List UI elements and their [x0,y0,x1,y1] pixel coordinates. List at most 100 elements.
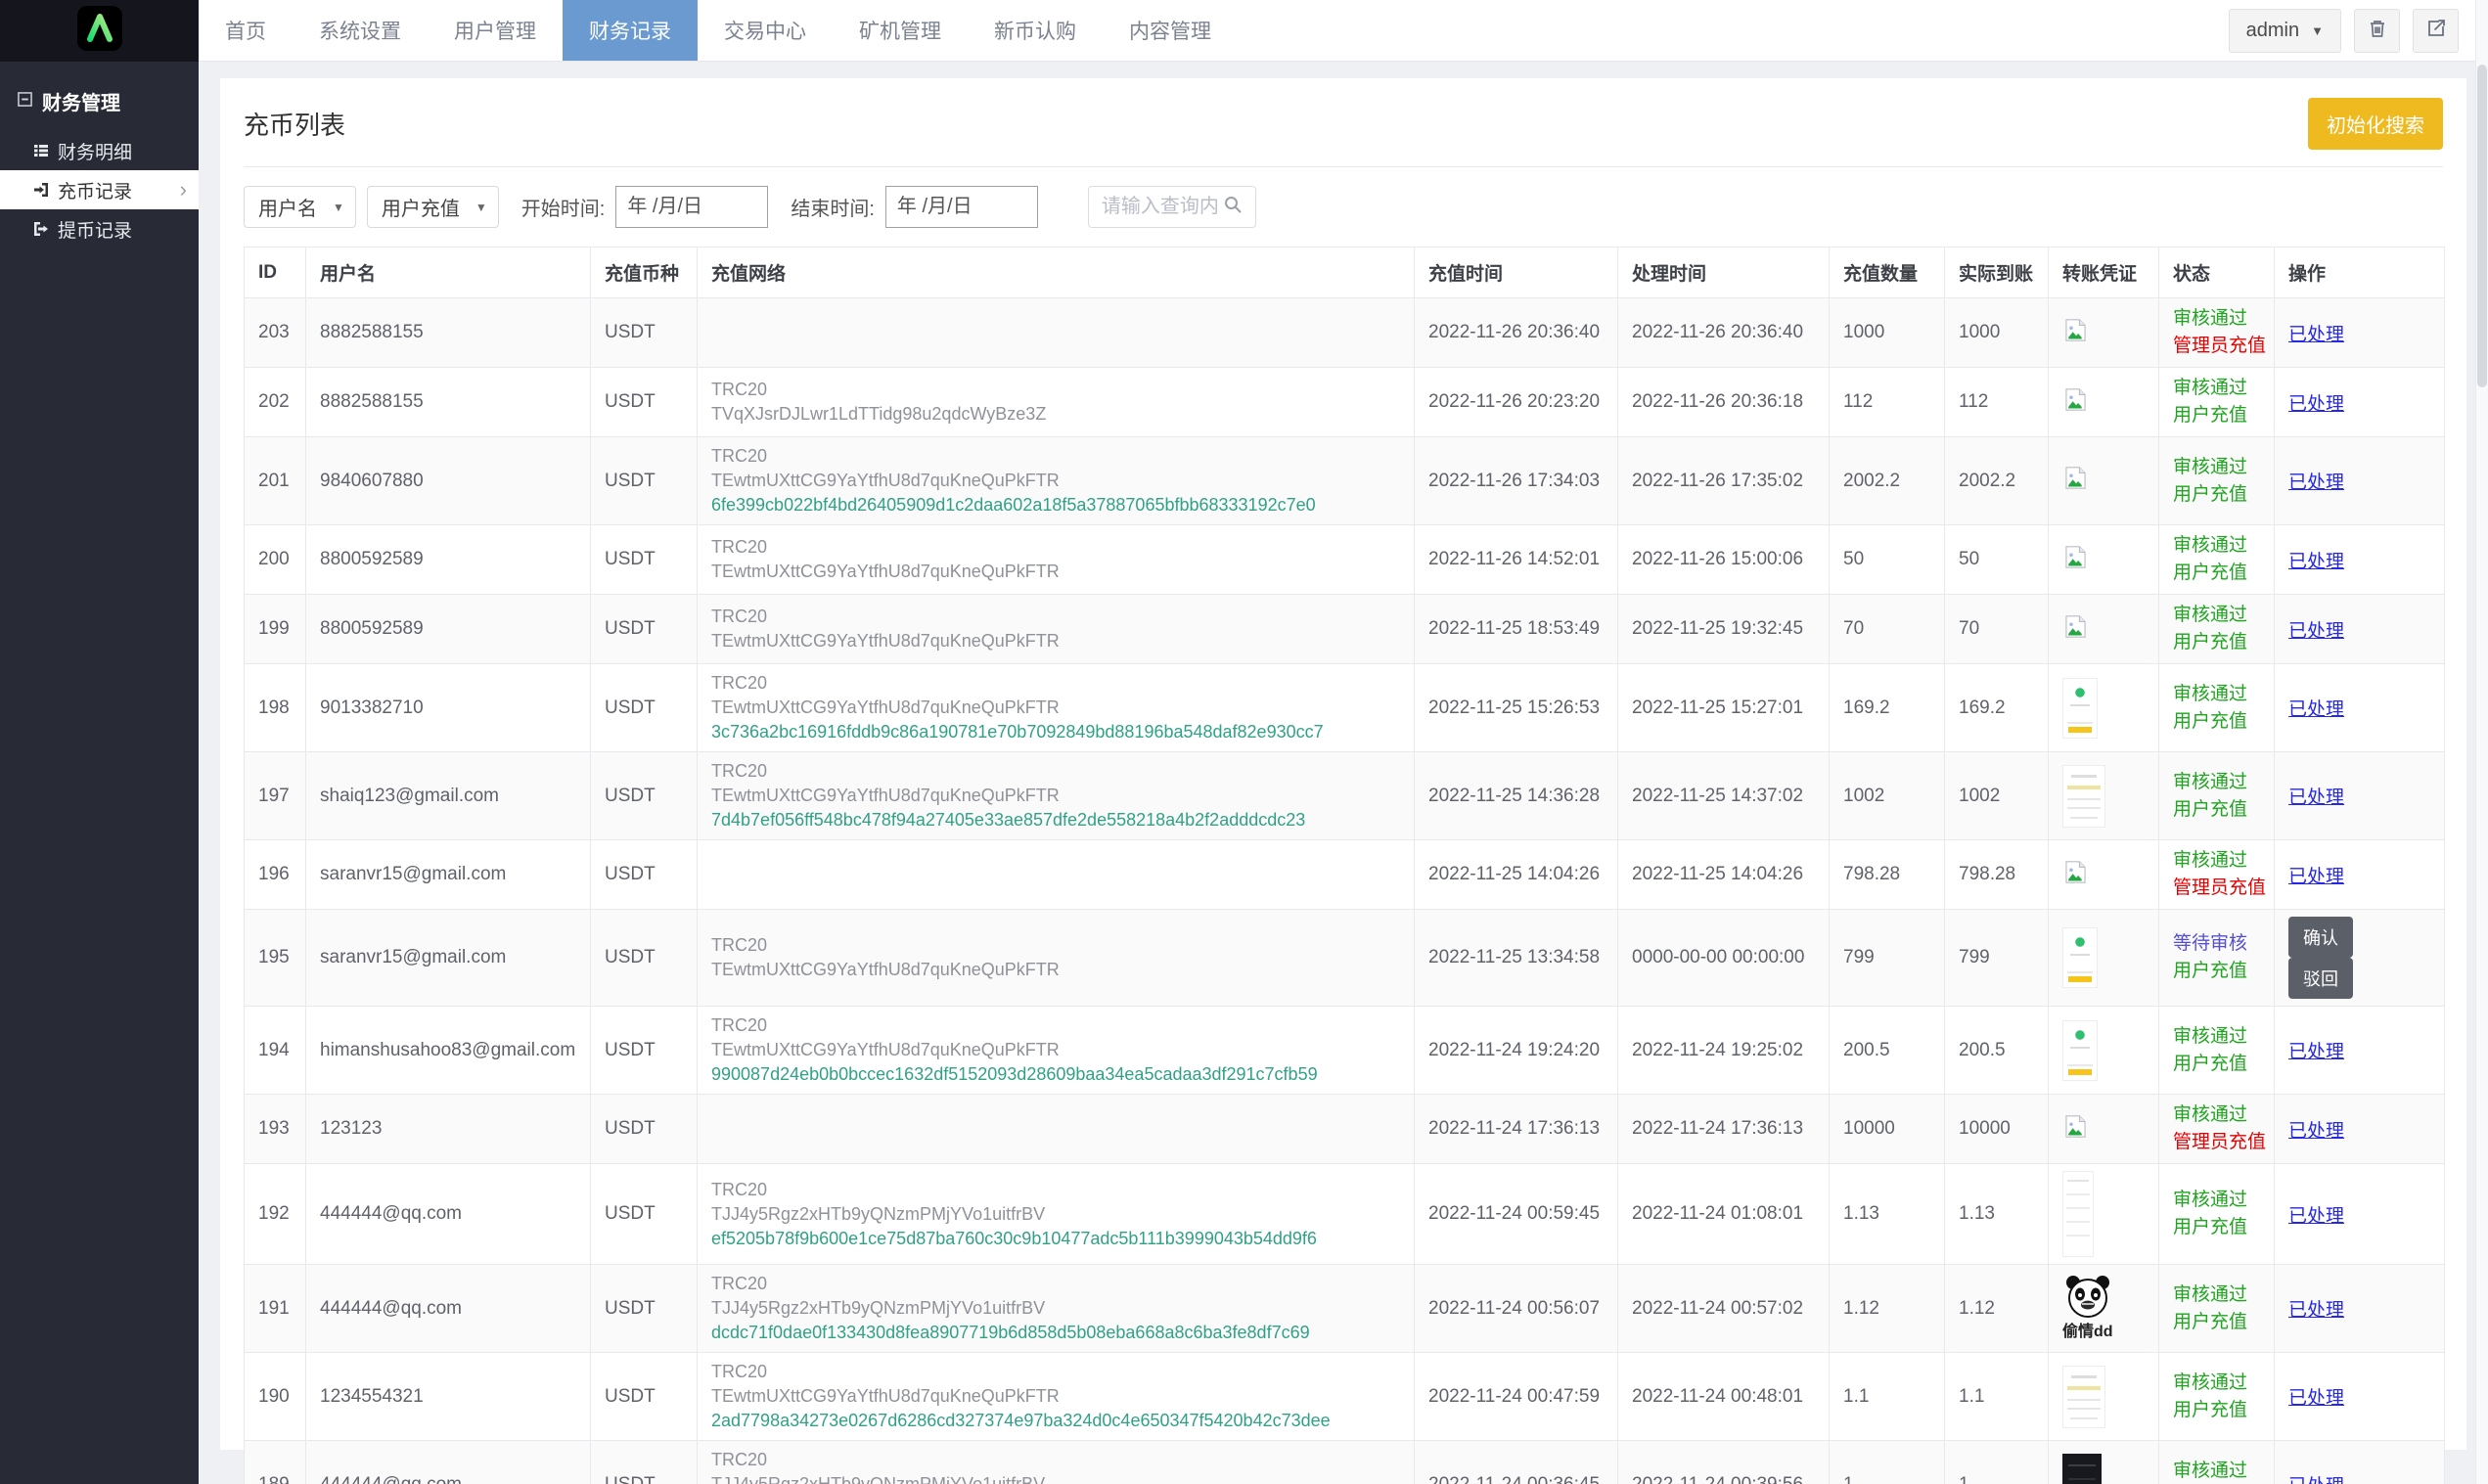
confirm-button[interactable]: 确认 [2288,917,2353,958]
cell-username: saranvr15@gmail.com [306,840,591,910]
status-text: 审核通过 [2173,1023,2260,1051]
cell-action: 已处理 [2275,437,2445,525]
cell-actual: 50 [1945,525,2049,595]
processed-link[interactable]: 已处理 [2288,1388,2344,1409]
cell-voucher [2049,368,2159,437]
status-text: 审核通过 [2173,1187,2260,1214]
deposit-type-select[interactable]: 用户充值 ▼ [367,186,499,228]
tx-hash-link[interactable]: dcdc71f0dae0f133430d8fea8907719b6d858d5b… [711,1321,1400,1345]
cell-username: 8882588155 [306,298,591,368]
reset-search-button[interactable]: 初始化搜索 [2308,98,2443,150]
tx-hash-link[interactable]: ef5205b78f9b600e1ce75d87ba760c30c9b10477… [711,1227,1400,1251]
cell-actual: 200.5 [1945,1007,2049,1095]
column-header: 充值币种 [591,247,698,298]
nav-item-内容管理[interactable]: 内容管理 [1103,0,1238,61]
broken-image-icon[interactable] [2062,386,2089,413]
voucher-thumbnail[interactable] [2062,678,2098,739]
nav-item-矿机管理[interactable]: 矿机管理 [833,0,968,61]
processed-link[interactable]: 已处理 [2288,1476,2344,1484]
nav-item-新币认购[interactable]: 新币认购 [968,0,1103,61]
cell-actual: 1 [1945,1441,2049,1484]
broken-image-icon[interactable] [2062,859,2089,885]
processed-link[interactable]: 已处理 [2288,621,2344,642]
cell-username: himanshusahoo83@gmail.com [306,1007,591,1095]
cell-process-time: 2022-11-26 17:35:02 [1618,437,1830,525]
cell-id: 189 [245,1441,306,1484]
nav-item-系统设置[interactable]: 系统设置 [293,0,428,61]
sidebar-item-提币记录[interactable]: 提币记录 [0,209,199,248]
tx-hash-link[interactable]: 3c736a2bc16916fddb9c86a190781e70b7092849… [711,720,1400,744]
status-text: 审核通过 [2173,1370,2260,1397]
processed-link[interactable]: 已处理 [2288,787,2344,808]
start-date-input[interactable] [615,186,768,228]
cell-coin: USDT [591,525,698,595]
select-caret-icon: ▼ [333,201,344,214]
source-text: 管理员充值 [2173,875,2260,902]
clear-cache-button[interactable] [2354,9,2400,53]
cell-network: TRC20TEwtmUXttCG9YaYtfhU8d7quKneQuPkFTR9… [698,1007,1415,1095]
voucher-thumbnail[interactable] [2062,765,2105,828]
cell-action: 已处理 [2275,1353,2445,1441]
table-head: ID用户名充值币种充值网络充值时间处理时间充值数量实际到账转账凭证状态操作 [245,247,2445,298]
collapse-minus-icon [18,90,32,112]
nav-item-用户管理[interactable]: 用户管理 [428,0,563,61]
processed-link[interactable]: 已处理 [2288,1300,2344,1321]
broken-image-icon[interactable] [2062,465,2089,491]
sidebar-item-财务明细[interactable]: 财务明细 [0,131,199,170]
top-nav: 首页系统设置用户管理财务记录交易中心矿机管理新币认购内容管理 [199,0,1238,61]
topbar: 首页系统设置用户管理财务记录交易中心矿机管理新币认购内容管理 admin ▼ [199,0,2488,62]
end-date-input[interactable] [885,186,1038,228]
search-field-select[interactable]: 用户名 ▼ [244,186,356,228]
logo-area[interactable] [0,0,199,62]
processed-link[interactable]: 已处理 [2288,394,2344,415]
sidebar-item-充币记录[interactable]: 充币记录› [0,170,199,209]
processed-link[interactable]: 已处理 [2288,1042,2344,1062]
column-header: 状态 [2159,247,2275,298]
search-input[interactable] [1102,196,1217,218]
table-header-row: ID用户名充值币种充值网络充值时间处理时间充值数量实际到账转账凭证状态操作 [245,247,2445,298]
broken-image-icon[interactable] [2062,317,2089,343]
broken-image-icon[interactable] [2062,613,2089,640]
cell-status: 审核通过管理员充值 [2159,1095,2275,1164]
processed-link[interactable]: 已处理 [2288,325,2344,345]
cell-id: 199 [245,595,306,664]
broken-image-icon[interactable] [2062,1113,2089,1140]
broken-image-icon[interactable] [2062,544,2089,570]
scrollbar-thumb[interactable] [2477,65,2487,387]
tx-hash-link[interactable]: 990087d24eb0b0bccec1632df5152093d28609ba… [711,1062,1400,1087]
nav-item-交易中心[interactable]: 交易中心 [698,0,833,61]
cell-deposit-time: 2022-11-25 13:34:58 [1415,910,1618,1007]
tx-hash-link[interactable]: 6fe399cb022bf4bd26405909d1c2daa602a18f5a… [711,493,1400,517]
processed-link[interactable]: 已处理 [2288,867,2344,887]
voucher-thumbnail[interactable] [2062,1020,2098,1081]
deposit-table: ID用户名充值币种充值网络充值时间处理时间充值数量实际到账转账凭证状态操作 20… [244,247,2445,1484]
cell-username: 444444@qq.com [306,1164,591,1265]
voucher-thumbnail[interactable] [2062,1171,2094,1257]
voucher-thumbnail[interactable] [2062,1366,2105,1428]
reject-button[interactable]: 驳回 [2288,958,2353,999]
voucher-thumbnail[interactable] [2062,1454,2102,1484]
cell-coin: USDT [591,368,698,437]
tx-hash-link[interactable]: 2ad7798a34273e0267d6286cd327374e97ba324d… [711,1409,1400,1433]
cell-process-time: 2022-11-25 14:04:26 [1618,840,1830,910]
processed-link[interactable]: 已处理 [2288,1121,2344,1142]
column-header: 处理时间 [1618,247,1830,298]
nav-item-首页[interactable]: 首页 [199,0,293,61]
processed-link[interactable]: 已处理 [2288,552,2344,572]
processed-link[interactable]: 已处理 [2288,472,2344,493]
sidebar-section-finance[interactable]: 财务管理 [0,62,199,131]
cell-deposit-time: 2022-11-25 14:36:28 [1415,752,1618,840]
voucher-thumbnail[interactable]: 偷情dd [2062,1275,2113,1341]
search-icon[interactable] [1223,195,1243,219]
voucher-thumbnail[interactable] [2062,927,2098,988]
nav-item-财务记录[interactable]: 财务记录 [563,0,698,61]
cell-action: 确认驳回 [2275,910,2445,1007]
cell-id: 192 [245,1164,306,1265]
tx-hash-link[interactable]: 7d4b7ef056ff548bc478f94a27405e33ae857dfe… [711,808,1400,832]
processed-link[interactable]: 已处理 [2288,699,2344,720]
logout-button[interactable] [2413,9,2459,53]
user-menu-button[interactable]: admin ▼ [2229,9,2341,53]
cell-process-time: 2022-11-25 14:37:02 [1618,752,1830,840]
cell-process-time: 2022-11-25 19:32:45 [1618,595,1830,664]
processed-link[interactable]: 已处理 [2288,1206,2344,1227]
